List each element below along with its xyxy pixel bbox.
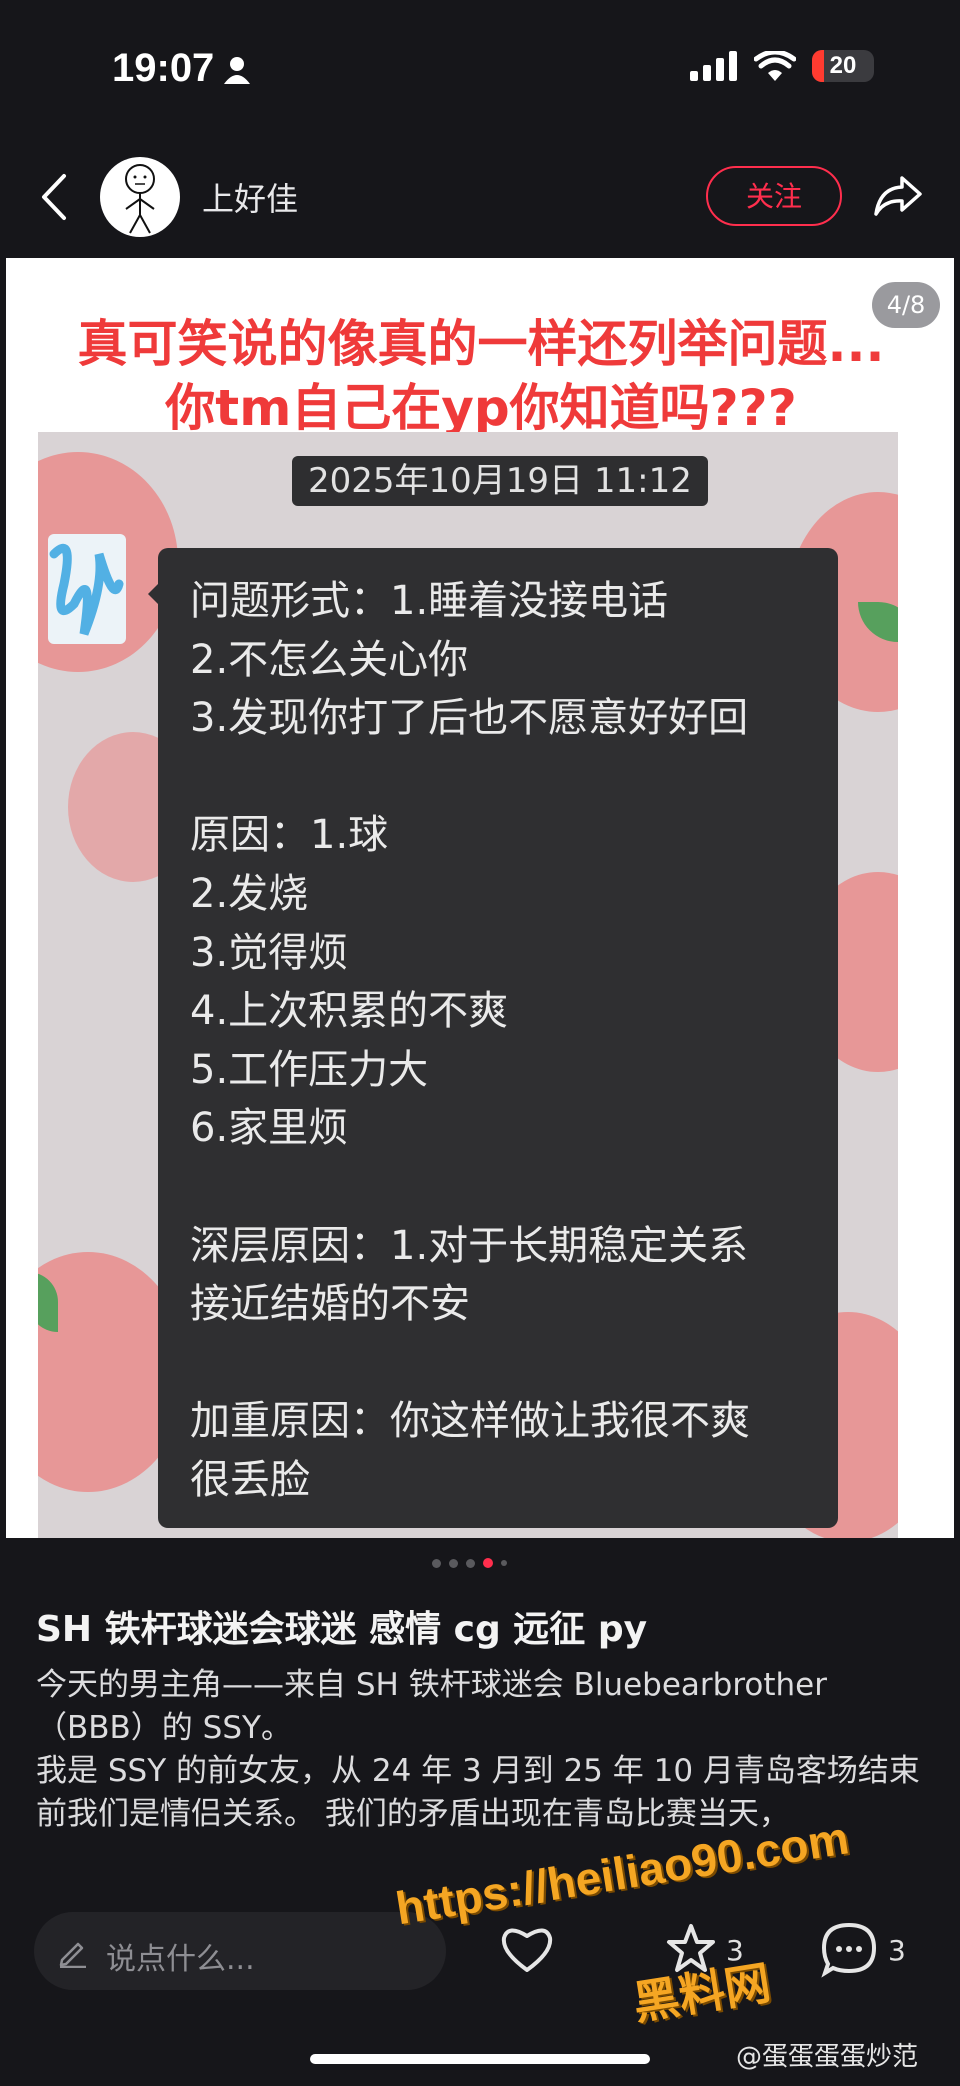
image-headline: 真可笑说的像真的一样还列举问题... 你tm自己在yp你知道吗??? — [77, 315, 885, 437]
post-paragraph: 今天的男主角——来自 SH 铁杆球迷会 Bluebearbrother（BBB）… — [36, 1667, 827, 1746]
status-icons: 20 — [690, 50, 874, 82]
carousel-dots — [432, 1558, 507, 1568]
carousel-dot[interactable] — [432, 1558, 441, 1568]
heart-icon[interactable] — [498, 1920, 556, 1978]
carousel-dot[interactable] — [466, 1558, 475, 1568]
wifi-icon — [754, 51, 796, 81]
share-icon[interactable] — [872, 170, 924, 222]
back-arrow-icon[interactable] — [40, 172, 68, 222]
status-time: 19:07 — [112, 46, 215, 90]
home-indicator[interactable] — [310, 2054, 650, 2064]
comment-placeholder[interactable]: 说点什么... — [106, 1934, 255, 1978]
carousel-dot[interactable] — [449, 1558, 458, 1568]
chat-timestamp: 2025年10月19日 11:12 — [292, 456, 708, 506]
message-text: 问题形式：1.睡着没接电话 2.不怎么关心你 3.发现你打了后也不愿意好好回 原… — [190, 578, 750, 1503]
follow-button[interactable]: 关注 — [706, 166, 842, 226]
username[interactable]: 上好佳 — [202, 174, 298, 220]
comment-icon[interactable] — [820, 1920, 878, 1978]
page-indicator: 4/8 — [872, 282, 940, 328]
battery-indicator: 20 — [812, 50, 874, 82]
avatar-scribble-icon — [48, 534, 126, 644]
battery-text: 20 — [829, 52, 857, 79]
carousel-dot-active[interactable] — [483, 1558, 493, 1568]
pencil-icon — [59, 1942, 86, 1968]
avatar[interactable] — [100, 157, 180, 237]
comment-count: 3 — [888, 1934, 906, 1967]
post-title: SH 铁杆球迷会球迷 感情 cg 远征 py — [36, 1609, 648, 1650]
person-icon — [224, 57, 250, 84]
signal-icon — [690, 51, 737, 81]
post-body: 今天的男主角——来自 SH 铁杆球迷会 Bluebearbrother（BBB）… — [36, 1664, 926, 1836]
stick-figure-icon — [125, 164, 155, 234]
weibo-watermark: @蛋蛋蛋蛋炒范 — [736, 2042, 919, 2072]
carousel-dot[interactable] — [501, 1560, 507, 1566]
